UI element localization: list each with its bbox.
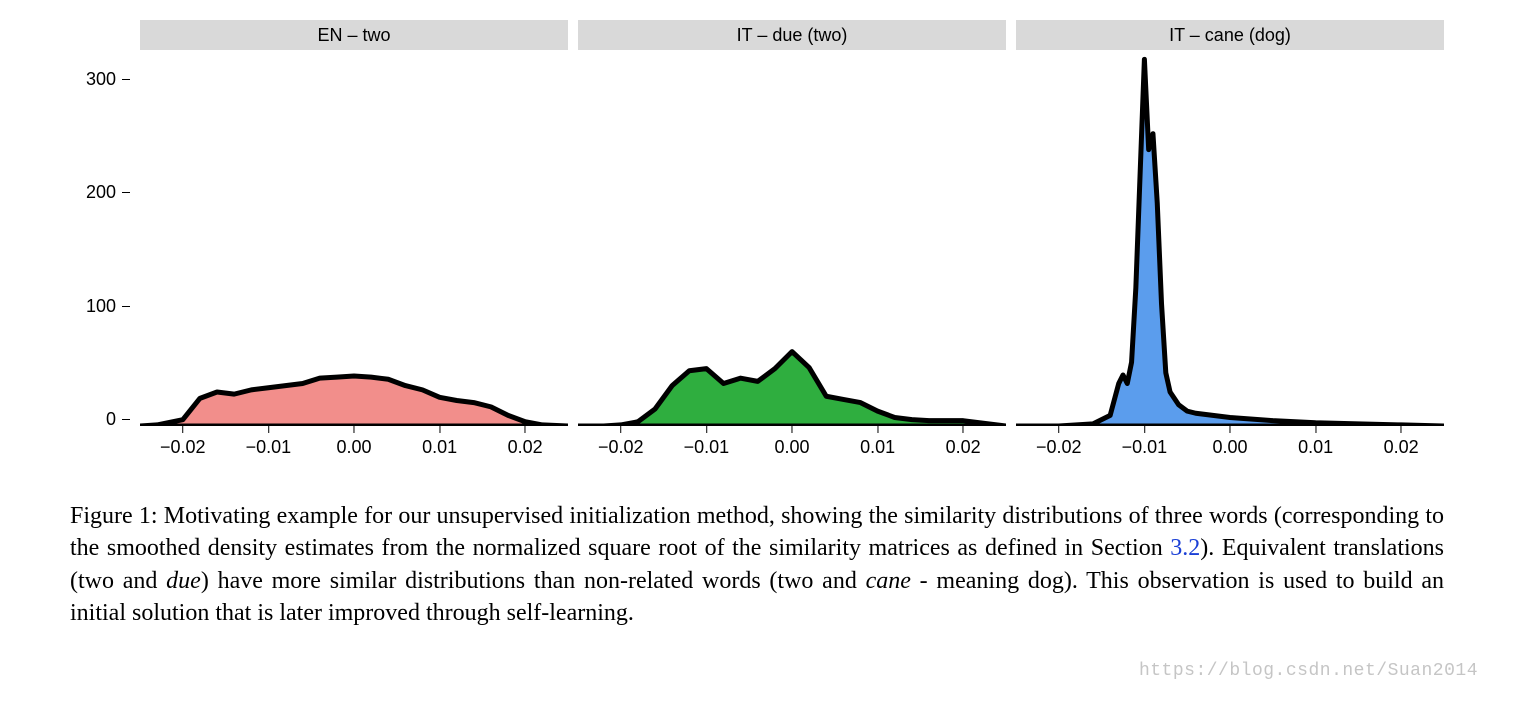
density-curve <box>140 54 568 426</box>
x-tick-label: −0.02 <box>598 437 644 458</box>
y-tick-label: 100 <box>86 296 116 317</box>
tick-mark <box>791 426 792 433</box>
x-tick-label: −0.02 <box>160 437 206 458</box>
y-tick-100: 100 <box>70 296 130 317</box>
tick-mark <box>620 426 621 433</box>
tick-mark <box>353 426 354 433</box>
tick-mark <box>525 426 526 433</box>
y-tick-300: 300 <box>70 69 130 90</box>
panels-container: EN – two−0.02−0.010.000.010.02IT – due (… <box>140 20 1444 460</box>
x-tick-label: 0.02 <box>508 437 543 458</box>
x-tick: −0.01 <box>684 426 730 458</box>
tick-mark <box>963 426 964 433</box>
caption-part3: ) have more similar distributions than n… <box>201 568 866 594</box>
x-tick: 0.02 <box>508 426 543 458</box>
figure-caption: Figure 1: Motivating example for our uns… <box>70 500 1444 630</box>
x-axis: −0.02 −0.01 0.00 0.01 0.02 <box>140 426 568 460</box>
x-tick-label: −0.01 <box>246 437 292 458</box>
y-tick-label: 300 <box>86 69 116 90</box>
x-tick-label: 0.01 <box>1298 437 1333 458</box>
y-tick-label: 200 <box>86 182 116 203</box>
x-tick-label: 0.02 <box>1384 437 1419 458</box>
x-tick-label: −0.01 <box>1122 437 1168 458</box>
x-tick: −0.02 <box>1036 426 1082 458</box>
x-tick: −0.02 <box>160 426 206 458</box>
x-tick: 0.00 <box>336 426 371 458</box>
x-tick: −0.02 <box>598 426 644 458</box>
y-axis: 300 200 100 0 <box>70 80 130 420</box>
x-tick-label: 0.00 <box>774 437 809 458</box>
x-tick: 0.01 <box>860 426 895 458</box>
x-tick-label: 0.01 <box>422 437 457 458</box>
x-tick: 0.00 <box>774 426 809 458</box>
page-root: 300 200 100 0 EN – two −0.02 −0.01 0.00 0.01… <box>0 0 1514 711</box>
x-tick: 0.02 <box>946 426 981 458</box>
y-tick-200: 200 <box>70 182 130 203</box>
x-tick-label: −0.02 <box>1036 437 1082 458</box>
x-tick: −0.01 <box>1122 426 1168 458</box>
y-tick-0: 0 <box>70 409 130 430</box>
x-tick-label: 0.01 <box>860 437 895 458</box>
section-ref-link[interactable]: 3.2 <box>1170 535 1200 561</box>
x-tick-label: 0.00 <box>1212 437 1247 458</box>
tick-mark <box>1058 426 1059 433</box>
tick-mark <box>122 419 130 420</box>
plot-area <box>140 54 568 426</box>
watermark: https://blog.csdn.net/Suan2014 <box>1139 661 1478 681</box>
tick-mark <box>268 426 269 433</box>
chart-row: 300 200 100 0 EN – two−0.02−0.010.000.01… <box>130 20 1444 460</box>
x-tick: 0.00 <box>1212 426 1247 458</box>
tick-mark <box>1229 426 1230 433</box>
caption-figlabel: Figure 1: <box>70 503 164 529</box>
tick-mark <box>1144 426 1145 433</box>
panel-title: IT – cane (dog) <box>1016 20 1444 50</box>
density-curve <box>1016 54 1444 426</box>
tick-mark <box>706 426 707 433</box>
x-tick-label: 0.02 <box>946 437 981 458</box>
plot-area <box>1016 54 1444 426</box>
tick-mark <box>122 79 130 80</box>
chart-panel-2: IT – cane (dog) −0.02 −0.01 0.00 0.01 0.02 <box>1016 20 1444 460</box>
caption-em1: due <box>166 568 201 594</box>
tick-mark <box>182 426 183 433</box>
x-tick-label: −0.01 <box>684 437 730 458</box>
tick-mark <box>122 306 130 307</box>
x-axis: −0.02 −0.01 0.00 0.01 0.02 <box>1016 426 1444 460</box>
tick-mark <box>439 426 440 433</box>
chart-panel-0: EN – two −0.02 −0.01 0.00 0.01 0.02 <box>140 20 568 460</box>
density-curve <box>578 54 1006 426</box>
plot-area <box>578 54 1006 426</box>
x-tick: −0.01 <box>246 426 292 458</box>
x-tick: 0.01 <box>422 426 457 458</box>
caption-em2: cane <box>866 568 911 594</box>
x-tick-label: 0.00 <box>336 437 371 458</box>
tick-mark <box>877 426 878 433</box>
tick-mark <box>1315 426 1316 433</box>
x-axis: −0.02 −0.01 0.00 0.01 0.02 <box>578 426 1006 460</box>
panel-title: EN – two <box>140 20 568 50</box>
chart-panel-1: IT – due (two) −0.02 −0.01 0.00 0.01 0.02 <box>578 20 1006 460</box>
tick-mark <box>122 192 130 193</box>
y-tick-label: 0 <box>106 409 116 430</box>
tick-mark <box>1401 426 1402 433</box>
panel-title: IT – due (two) <box>578 20 1006 50</box>
x-tick: 0.02 <box>1384 426 1419 458</box>
x-tick: 0.01 <box>1298 426 1333 458</box>
